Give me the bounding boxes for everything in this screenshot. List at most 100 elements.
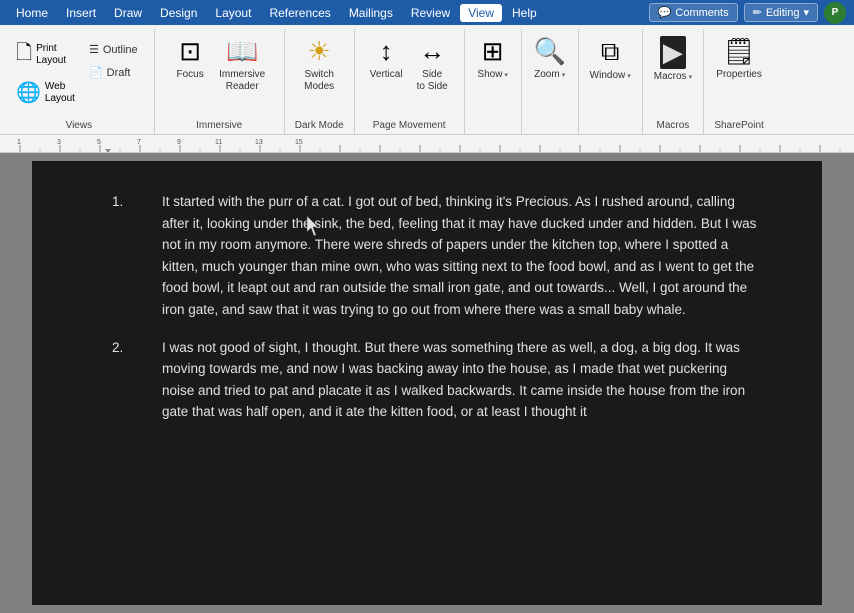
ruler-inner: 1 3 5 7 9 11 13 15: [0, 135, 854, 152]
web-layout-label-line1: Web: [45, 81, 75, 93]
properties-button[interactable]: 🗒 Properties: [711, 33, 767, 84]
macros-icon: ▶: [660, 36, 686, 69]
show-label: Show: [477, 69, 502, 81]
comment-icon: 💬: [658, 6, 672, 19]
ribbon: 🗋 Print Layout 🌐 Web Layout ☰: [0, 25, 854, 135]
menu-design[interactable]: Design: [152, 4, 205, 22]
window-icon: ⧉: [601, 36, 620, 68]
immersive-reader-label: Immersive Reader: [219, 69, 265, 93]
svg-text:7: 7: [137, 139, 141, 146]
ribbon-group-window: ⧉ Window ▾: [579, 29, 643, 134]
web-layout-icon: 🌐: [16, 80, 41, 105]
menu-help[interactable]: Help: [504, 4, 545, 22]
list-item: 2. I was not good of sight, I thought. B…: [112, 337, 762, 423]
zoom-icon: 🔍: [533, 36, 565, 67]
document-page[interactable]: 1. It started with the purr of a cat. I …: [32, 161, 822, 605]
menu-view[interactable]: View: [460, 4, 502, 22]
macros-button[interactable]: ▶ Macros ▾: [649, 33, 697, 86]
show-dropdown-icon: ▾: [504, 71, 508, 79]
svg-text:11: 11: [215, 139, 222, 146]
vertical-label: Vertical: [370, 69, 403, 81]
switch-modes-icon: ☀: [308, 36, 331, 67]
svg-text:5: 5: [97, 139, 101, 146]
macros-group-label: Macros: [649, 118, 697, 134]
draft-label: Draft: [107, 67, 131, 79]
menu-draw[interactable]: Draw: [106, 4, 150, 22]
outline-label: Outline: [103, 44, 138, 56]
show-button[interactable]: ⊞ Show ▾: [471, 33, 515, 84]
ribbon-group-views: 🗋 Print Layout 🌐 Web Layout ☰: [4, 29, 155, 134]
ribbon-group-pagemovement: ↕ Vertical ↔ Side to Side Page Movement: [355, 29, 465, 134]
macros-label: Macros: [654, 71, 687, 83]
focus-label: Focus: [176, 69, 203, 81]
window-button[interactable]: ⧉ Window ▾: [585, 33, 636, 85]
svg-text:1: 1: [17, 139, 21, 146]
window-group-label: [585, 129, 636, 134]
vertical-button[interactable]: ↕ Vertical: [364, 33, 408, 84]
document-area: 1. It started with the purr of a cat. I …: [0, 153, 854, 613]
list-item-number-1: 1.: [112, 191, 132, 321]
list-item-text-2: I was not good of sight, I thought. But …: [162, 337, 762, 423]
ribbon-group-show: ⊞ Show ▾: [465, 29, 522, 134]
switch-modes-label: Switch Modes: [304, 69, 334, 93]
side-to-side-label: Side to Side: [417, 69, 448, 93]
list-item: 1. It started with the purr of a cat. I …: [112, 191, 762, 321]
focus-icon: ⊡: [179, 36, 201, 67]
print-layout-label-line2: Layout: [36, 55, 66, 67]
menu-references[interactable]: References: [261, 4, 338, 22]
ribbon-group-zoom: 🔍 Zoom ▾: [522, 29, 579, 134]
web-layout-label-line2: Layout: [45, 93, 75, 105]
sharepoint-group-label: SharePoint: [710, 118, 768, 134]
menu-bar: Home Insert Draw Design Layout Reference…: [0, 0, 854, 25]
ribbon-group-darkmode: ☀ Switch Modes Dark Mode: [285, 29, 355, 134]
comments-button[interactable]: 💬 Comments: [649, 3, 738, 22]
ribbon-group-immersive: ⊡ Focus 📖 Immersive Reader Immersive: [155, 29, 285, 134]
views-group-label: Views: [10, 118, 148, 134]
menu-layout[interactable]: Layout: [207, 4, 259, 22]
menu-insert[interactable]: Insert: [58, 4, 104, 22]
vertical-icon: ↕: [380, 36, 393, 67]
menu-bar-right: 💬 Comments ✏ Editing ▾ P: [649, 2, 846, 24]
side-to-side-icon: ↔: [419, 36, 445, 67]
svg-text:9: 9: [177, 139, 181, 146]
profile-initials: P: [832, 7, 839, 18]
properties-label: Properties: [716, 69, 762, 81]
web-layout-button[interactable]: 🌐 Web Layout: [10, 77, 81, 108]
editing-button[interactable]: ✏ Editing ▾: [744, 3, 818, 22]
print-layout-label-line1: Print: [36, 43, 66, 55]
profile-button[interactable]: P: [824, 2, 846, 24]
outline-icon: ☰: [89, 43, 99, 56]
window-dropdown-icon: ▾: [627, 72, 631, 80]
zoom-button[interactable]: 🔍 Zoom ▾: [528, 33, 572, 84]
focus-button[interactable]: ⊡ Focus: [168, 33, 212, 84]
svg-text:3: 3: [57, 139, 61, 146]
document-list: 1. It started with the purr of a cat. I …: [92, 191, 762, 423]
immersive-reader-button[interactable]: 📖 Immersive Reader: [214, 33, 270, 96]
properties-icon: 🗒: [723, 36, 756, 67]
editing-label: Editing: [766, 7, 800, 19]
immersive-reader-icon: 📖: [226, 36, 258, 67]
pagemovement-group-label: Page Movement: [361, 118, 458, 134]
pencil-icon: ✏: [753, 6, 762, 19]
zoom-group-label: [528, 129, 572, 134]
ruler: 1 3 5 7 9 11 13 15: [0, 135, 854, 153]
menu-mailings[interactable]: Mailings: [341, 4, 401, 22]
draft-button[interactable]: 📄 Draft: [83, 64, 144, 81]
menu-home[interactable]: Home: [8, 4, 56, 22]
darkmode-group-label: Dark Mode: [291, 118, 348, 134]
comments-label: Comments: [675, 7, 728, 19]
menu-review[interactable]: Review: [403, 4, 458, 22]
ribbon-group-macros: ▶ Macros ▾ Macros: [643, 29, 704, 134]
svg-text:13: 13: [255, 139, 263, 146]
side-to-side-button[interactable]: ↔ Side to Side: [410, 33, 454, 96]
chevron-down-icon: ▾: [803, 6, 809, 19]
draft-icon: 📄: [89, 66, 103, 79]
outline-button[interactable]: ☰ Outline: [83, 41, 144, 58]
svg-text:15: 15: [295, 139, 303, 146]
list-item-text-1: It started with the purr of a cat. I got…: [162, 191, 762, 321]
print-layout-button[interactable]: 🗋 Print Layout: [10, 35, 81, 75]
macros-dropdown-icon: ▾: [689, 73, 693, 81]
show-icon: ⊞: [482, 36, 504, 67]
switch-modes-button[interactable]: ☀ Switch Modes: [297, 33, 341, 96]
list-item-number-2: 2.: [112, 337, 132, 423]
